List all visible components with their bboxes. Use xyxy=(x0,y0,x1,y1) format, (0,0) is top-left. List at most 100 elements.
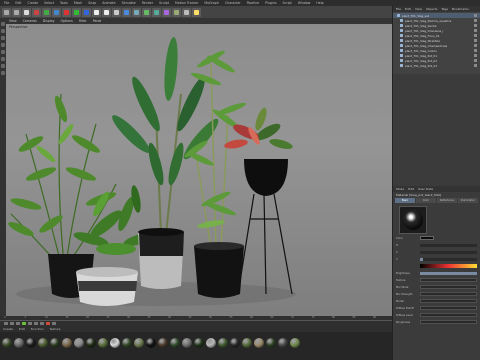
menu-item[interactable]: Script xyxy=(283,1,292,5)
object-row[interactable]: plant_T01_Slag_Croton xyxy=(393,48,480,53)
axis-x-icon[interactable] xyxy=(62,7,71,17)
object-manager-menu-item[interactable]: Objects xyxy=(426,7,437,11)
menu-item[interactable]: Snap xyxy=(88,1,96,5)
object-row[interactable]: plant_T01_Slag_Kentia xyxy=(393,23,480,28)
material-swatch[interactable] xyxy=(170,338,180,348)
viewport-menu-item[interactable]: Options xyxy=(61,19,73,23)
material-swatch[interactable] xyxy=(266,338,276,348)
object-row[interactable]: plant_T01_Slag_Dracaena_r xyxy=(393,28,480,33)
material-swatch[interactable] xyxy=(230,338,240,348)
value-slider[interactable] xyxy=(420,250,477,254)
viewport-menu-item[interactable]: Panel xyxy=(93,19,102,23)
attribute-tab[interactable]: Basic xyxy=(395,198,415,203)
value-input[interactable] xyxy=(420,313,477,317)
axis-y-icon[interactable] xyxy=(72,7,81,17)
menu-item[interactable]: Render xyxy=(142,1,153,5)
attribute-menu-item[interactable]: User Data xyxy=(418,187,433,191)
menu-item[interactable]: Plugins xyxy=(265,1,276,5)
object-row[interactable]: plant_T01_Slag_Chamaedorea xyxy=(393,43,480,48)
polygons-mode-icon[interactable] xyxy=(1,50,5,54)
value-input[interactable] xyxy=(420,306,477,310)
render-view-icon[interactable] xyxy=(92,7,101,17)
value-slider[interactable] xyxy=(420,257,477,261)
redo-icon[interactable] xyxy=(12,7,21,17)
object-row[interactable]: plant_T01_Slag_Pachira_aquatica xyxy=(393,18,480,23)
next-frame-icon[interactable] xyxy=(28,322,32,325)
material-swatch[interactable] xyxy=(206,338,216,348)
autokey-icon[interactable] xyxy=(52,322,56,325)
value-input[interactable] xyxy=(420,320,477,324)
go-to-start-icon[interactable] xyxy=(4,322,8,325)
menu-item[interactable]: Animate xyxy=(102,1,115,5)
visibility-toggle-icon[interactable] xyxy=(474,44,477,47)
material-menu-item[interactable]: Texture xyxy=(50,327,61,331)
object-manager-menu-item[interactable]: Edit xyxy=(405,7,411,11)
previous-key-icon[interactable] xyxy=(10,322,14,325)
menu-item[interactable]: Pipeline xyxy=(247,1,259,5)
menu-item[interactable]: Window xyxy=(298,1,311,5)
visibility-toggle-icon[interactable] xyxy=(474,39,477,42)
record-icon[interactable] xyxy=(46,322,50,325)
visibility-toggle-icon[interactable] xyxy=(474,24,477,27)
menu-item[interactable]: Select xyxy=(44,1,54,5)
object-row[interactable]: plant_T01_Slag_Strelitzia xyxy=(393,38,480,43)
value-input[interactable] xyxy=(420,292,477,296)
floor-icon[interactable] xyxy=(172,7,181,17)
points-mode-icon[interactable] xyxy=(1,36,5,40)
cube-icon[interactable] xyxy=(122,7,131,17)
value-slider[interactable] xyxy=(420,243,477,247)
play-icon[interactable] xyxy=(22,322,26,325)
visibility-toggle-icon[interactable] xyxy=(474,29,477,32)
go-to-end-icon[interactable] xyxy=(40,322,44,325)
attribute-tab[interactable]: Illumination xyxy=(458,198,478,203)
menu-item[interactable]: Motion Tracker xyxy=(175,1,198,5)
visibility-toggle-icon[interactable] xyxy=(474,34,477,37)
viewport-menu-item[interactable]: Cameras xyxy=(23,19,37,23)
viewport-menu-item[interactable]: Display xyxy=(43,19,55,23)
deformer-icon[interactable] xyxy=(162,7,171,17)
object-row[interactable]: plant_T01_Slag_Pot_02 xyxy=(393,58,480,63)
material-menu-item[interactable]: Edit xyxy=(19,327,25,331)
material-swatch[interactable] xyxy=(38,338,48,348)
model-mode-icon[interactable] xyxy=(1,22,5,26)
object-manager-menu-item[interactable]: File xyxy=(396,7,401,11)
visibility-toggle-icon[interactable] xyxy=(474,54,477,57)
workplane-icon[interactable] xyxy=(1,71,5,75)
material-swatch[interactable] xyxy=(122,338,132,348)
next-key-icon[interactable] xyxy=(34,322,38,325)
menu-item[interactable]: Simulate xyxy=(122,1,136,5)
render-icon[interactable] xyxy=(102,7,111,17)
menu-item[interactable]: File xyxy=(4,1,9,5)
material-swatch[interactable] xyxy=(278,338,288,348)
menu-item[interactable]: Sculpt xyxy=(159,1,169,5)
material-swatch[interactable] xyxy=(254,338,264,348)
rotate-icon[interactable] xyxy=(52,7,61,17)
axis-z-icon[interactable] xyxy=(82,7,91,17)
material-swatch[interactable] xyxy=(158,338,168,348)
material-menu-item[interactable]: Function xyxy=(31,327,44,331)
visibility-toggle-icon[interactable] xyxy=(474,49,477,52)
array-icon[interactable] xyxy=(152,7,161,17)
material-swatch[interactable] xyxy=(134,338,144,348)
move-icon[interactable] xyxy=(32,7,41,17)
scale-icon[interactable] xyxy=(42,7,51,17)
viewport-menu-item[interactable]: View xyxy=(9,19,17,23)
attribute-tab[interactable]: Reflectance xyxy=(437,198,457,203)
texture-mode-icon[interactable] xyxy=(1,29,5,33)
object-row[interactable]: plant_T01_Slag_set xyxy=(393,13,480,18)
menu-item[interactable]: Help xyxy=(316,1,323,5)
material-swatch[interactable] xyxy=(194,338,204,348)
menu-item[interactable]: Mesh xyxy=(74,1,82,5)
undo-icon[interactable] xyxy=(2,7,11,17)
viewport-menu-item[interactable]: Filter xyxy=(79,19,87,23)
object-manager-menu-item[interactable]: View xyxy=(415,7,422,11)
live-selection-icon[interactable] xyxy=(22,7,31,17)
material-swatch[interactable] xyxy=(110,338,120,348)
subdivision-icon[interactable] xyxy=(142,7,151,17)
menu-item[interactable]: Character xyxy=(225,1,241,5)
material-swatch[interactable] xyxy=(146,338,156,348)
attribute-tab[interactable]: Color xyxy=(416,198,436,203)
axis-mode-icon[interactable] xyxy=(1,57,5,61)
object-row[interactable]: plant_T01_Slag_Ficus_01 xyxy=(393,33,480,38)
color-gradient-picker[interactable] xyxy=(420,264,477,268)
